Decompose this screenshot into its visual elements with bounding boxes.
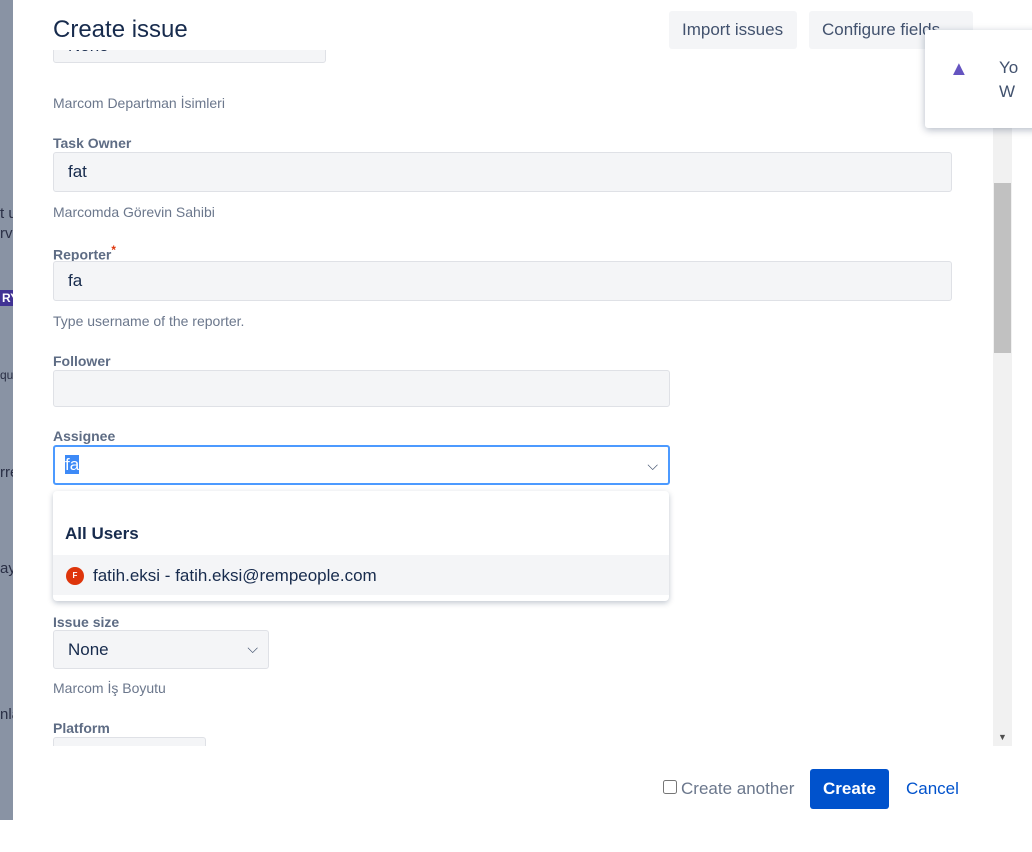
background-page: t u rvi RY qu rre ay nla [0, 0, 13, 820]
assignee-dropdown: All Users F fatih.eksi - fatih.eksi@remp… [53, 491, 669, 601]
platform-label: Platform [53, 720, 110, 736]
form-body: None Marcom Departman İsimleri Task Owne… [13, 50, 993, 746]
cancel-link[interactable]: Cancel [906, 779, 959, 799]
platform-select[interactable] [53, 737, 206, 746]
avatar: F [66, 567, 84, 585]
create-another-checkbox[interactable]: Create another [663, 779, 794, 799]
user-option-label: fatih.eksi - fatih.eksi@rempeople.com [93, 566, 377, 585]
bg-badge: RY [0, 290, 13, 306]
follower-label: Follower [53, 353, 111, 369]
task-owner-help: Marcomda Görevin Sahibi [53, 204, 215, 220]
warning-toast: ▲ Yo W [925, 30, 1032, 128]
checkbox[interactable] [663, 780, 677, 794]
required-marker: * [111, 244, 116, 257]
bg-text: ay [0, 560, 13, 577]
department-select[interactable]: None [53, 50, 326, 63]
assignee-value: fa [65, 455, 80, 474]
bg-text: rvi [0, 225, 13, 242]
dialog-title: Create issue [53, 16, 188, 43]
issue-size-value: None [68, 640, 109, 659]
issue-size-label: Issue size [53, 614, 120, 630]
toast-text: Yo [999, 58, 1019, 77]
dropdown-header: All Users [65, 524, 139, 543]
toast-text: W [999, 82, 1016, 101]
reporter-help: Type username of the reporter. [53, 313, 245, 329]
chevron-down-icon[interactable]: ⌵ [647, 457, 658, 474]
create-another-label: Create another [681, 779, 795, 798]
assignee-label: Assignee [53, 428, 116, 444]
follower-input[interactable] [53, 370, 670, 407]
department-help: Marcom Departman İsimleri [53, 95, 225, 111]
bg-text: rre [0, 464, 13, 481]
scrollbar[interactable]: ▼ [993, 50, 1012, 746]
warning-icon: ▲ [949, 58, 969, 80]
create-button[interactable]: Create [810, 769, 889, 809]
assignee-input[interactable]: fa ⌵ [53, 445, 670, 485]
import-issues-button[interactable]: Import issues [669, 11, 797, 49]
reporter-input[interactable]: fa [53, 261, 952, 301]
bg-text: qu [0, 368, 13, 382]
bg-text: t u [0, 205, 13, 222]
scroll-down-icon[interactable]: ▼ [998, 732, 1007, 742]
create-issue-dialog: Create issue Import issues Configure fie… [13, 0, 1013, 820]
chevron-down-icon: ⌵ [247, 640, 258, 656]
issue-size-select[interactable]: None ⌵ [53, 630, 269, 669]
task-owner-input[interactable]: fat [53, 152, 952, 192]
bg-text: nla [0, 706, 13, 723]
user-option[interactable]: F fatih.eksi - fatih.eksi@rempeople.com [53, 555, 669, 595]
scrollbar-thumb[interactable] [994, 183, 1011, 353]
issue-size-help: Marcom İş Boyutu [53, 680, 166, 696]
task-owner-label: Task Owner [53, 135, 132, 151]
